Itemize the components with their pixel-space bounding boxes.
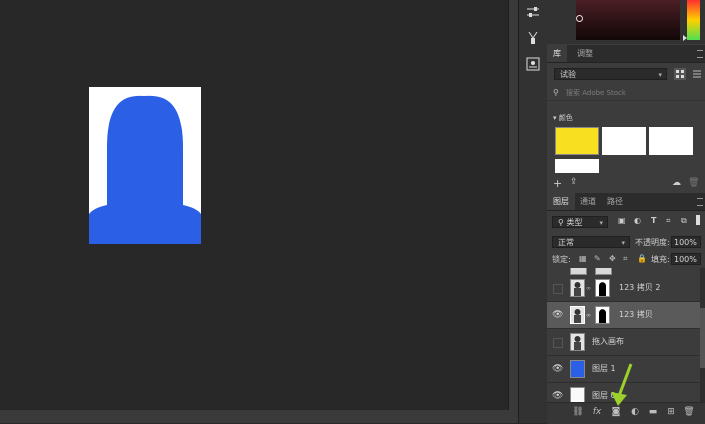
filter-type-icon[interactable]: T xyxy=(651,216,656,225)
library-dropdown[interactable]: 试验 ▾ xyxy=(554,68,667,80)
layer-row[interactable]: 拖入画布 xyxy=(547,329,700,356)
fx-icon[interactable]: fx xyxy=(591,406,603,418)
link-icon[interactable]: ⛓ xyxy=(572,406,584,418)
library-tabbar: 库 调整 xyxy=(547,45,705,63)
chevron-down-icon: ▾ xyxy=(621,239,625,247)
layer-thumbnail xyxy=(570,306,585,324)
partial-mask-thumb xyxy=(595,268,612,275)
layers-panel-menu-icon[interactable] xyxy=(697,198,703,206)
lock-all-icon[interactable]: 🔒 xyxy=(637,254,647,263)
panel-dock-column xyxy=(518,0,548,423)
layer-row[interactable]: ∞ 123 拷贝 2 xyxy=(547,275,700,302)
sliders-icon[interactable] xyxy=(523,5,543,23)
layer-thumbnail xyxy=(570,387,585,402)
layers-tabbar: 图层 通道 路径 xyxy=(547,193,705,211)
lock-artboard-icon[interactable]: ⌗ xyxy=(623,254,628,264)
opacity-field[interactable]: 100% xyxy=(671,236,701,248)
color-field[interactable] xyxy=(576,0,680,40)
layers-scroll-thumb[interactable] xyxy=(700,308,705,368)
color-swatch-4[interactable] xyxy=(555,159,599,173)
color-swatch-3[interactable] xyxy=(649,127,693,155)
filter-kind-label: 类型 xyxy=(566,218,583,227)
lock-label: 锁定: xyxy=(552,255,571,264)
layer-thumbnail xyxy=(570,360,585,378)
color-picker-handle[interactable] xyxy=(576,15,583,22)
colors-section-header[interactable]: ▾ 颜色 xyxy=(553,113,573,123)
brush-icon[interactable] xyxy=(523,31,543,49)
panel-menu-icon[interactable] xyxy=(697,50,703,58)
green-arrow-annotation xyxy=(611,363,633,406)
grid-view-icon[interactable] xyxy=(674,68,686,80)
color-swatch-2[interactable] xyxy=(602,127,646,155)
document-canvas[interactable] xyxy=(89,87,201,244)
layer-filter-dropdown[interactable]: ⚲ 类型 ▾ xyxy=(552,216,608,228)
lock-position-icon[interactable]: ✥ xyxy=(609,254,616,263)
eye-icon[interactable]: 👁 xyxy=(552,310,563,320)
blend-mode-value: 正常 xyxy=(558,238,574,247)
layer-name: 123 拷贝 2 xyxy=(619,283,661,292)
link-chain-icon[interactable]: ∞ xyxy=(586,285,591,292)
trash-icon-library[interactable]: 🗑 xyxy=(688,178,699,188)
layer-thumbnail xyxy=(570,333,585,351)
color-picker-panel xyxy=(547,0,705,44)
fill-value: 100% xyxy=(674,255,697,264)
mask-thumbnail[interactable] xyxy=(595,306,610,324)
tab-paths[interactable]: 路径 xyxy=(601,193,629,210)
tab-adjust[interactable]: 调整 xyxy=(571,45,599,62)
cloud-sync-icon[interactable]: ☁ xyxy=(672,178,681,188)
filter-pixel-icon[interactable]: ▣ xyxy=(618,216,626,225)
hue-slider-pointer[interactable] xyxy=(683,35,687,41)
upload-icon[interactable]: ⇪ xyxy=(570,177,578,187)
mask-thumbnail[interactable] xyxy=(595,279,610,297)
visibility-toggle-off[interactable] xyxy=(553,284,563,294)
layer-row-selected[interactable]: 👁 ∞ 123 拷贝 xyxy=(547,302,700,329)
layer-name: 拖入画布 xyxy=(592,337,624,346)
hue-slider[interactable] xyxy=(687,0,700,40)
opacity-value: 100% xyxy=(674,238,697,247)
partial-layer-thumb xyxy=(570,268,587,275)
right-panel: 库 调整 试验 ▾ ⚲ 搜索 Adobe Stock ▾ 颜色 + ⇪ ☁ 🗑 … xyxy=(547,0,705,424)
filter-shape-icon[interactable]: ⌗ xyxy=(666,216,671,226)
tab-layers[interactable]: 图层 xyxy=(547,193,575,210)
status-bar xyxy=(0,410,518,423)
color-swatch-1[interactable] xyxy=(555,127,599,155)
canvas-area[interactable] xyxy=(0,0,508,410)
opacity-label: 不透明度: xyxy=(635,238,670,247)
tab-library[interactable]: 库 xyxy=(547,45,567,62)
add-icon[interactable]: + xyxy=(553,177,562,190)
lock-pixels-icon[interactable]: ✎ xyxy=(594,254,601,263)
caret-down-icon: ▾ xyxy=(553,114,557,122)
chevron-down-icon: ▾ xyxy=(658,71,662,79)
person-silhouette xyxy=(89,95,201,244)
stock-search-bar[interactable]: ⚲ 搜索 Adobe Stock xyxy=(547,86,705,101)
eye-icon[interactable]: 👁 xyxy=(552,364,563,374)
layer-thumbnail xyxy=(570,279,585,297)
search-placeholder: 搜索 Adobe Stock xyxy=(566,89,626,97)
filter-smart-object-icon[interactable]: ⧉ xyxy=(681,216,687,226)
new-layer-icon[interactable]: ⊞ xyxy=(665,406,677,418)
link-chain-icon[interactable]: ∞ xyxy=(586,312,591,319)
filter-toggle-icon[interactable] xyxy=(696,215,700,225)
list-view-icon[interactable] xyxy=(692,68,702,80)
visibility-toggle-off[interactable] xyxy=(553,338,563,348)
fill-field[interactable]: 100% xyxy=(671,253,701,265)
folder-icon[interactable]: ▬ xyxy=(647,406,659,418)
trash-icon[interactable]: 🗑 xyxy=(683,406,695,418)
filter-adjustment-icon[interactable]: ◐ xyxy=(634,216,641,225)
properties-icon[interactable] xyxy=(523,57,543,75)
eye-icon[interactable]: 👁 xyxy=(552,391,563,401)
search-icon: ⚲ xyxy=(553,88,559,97)
fill-label: 填充: xyxy=(651,255,670,264)
library-dropdown-value: 试验 xyxy=(560,70,576,79)
colors-section-label: 颜色 xyxy=(558,114,573,122)
layer-name: 123 拷贝 xyxy=(619,310,653,319)
layers-scrollbar[interactable] xyxy=(700,268,705,402)
chevron-down-icon: ▾ xyxy=(599,219,603,227)
tab-channels[interactable]: 通道 xyxy=(574,193,602,210)
blend-mode-dropdown[interactable]: 正常 ▾ xyxy=(552,236,630,248)
lock-transparent-icon[interactable]: ▦ xyxy=(579,254,587,263)
